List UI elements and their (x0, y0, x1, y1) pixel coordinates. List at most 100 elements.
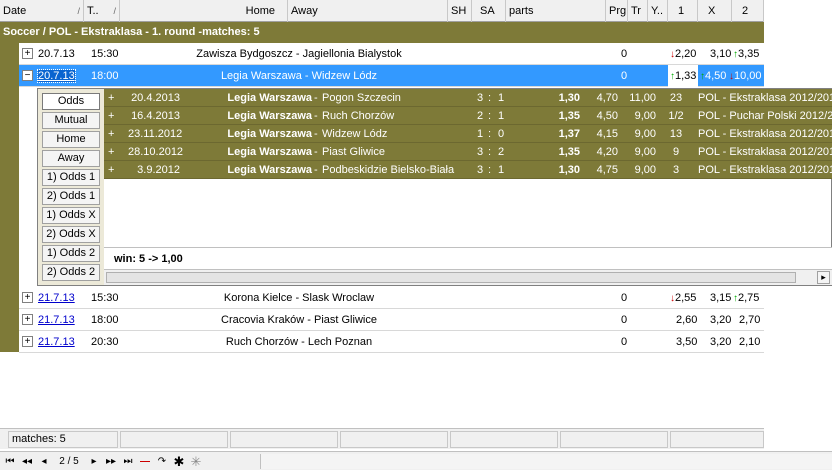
col-sh-header[interactable]: SH (448, 0, 472, 22)
history-odds2: 11,00 (629, 92, 656, 104)
history-oddsx: 4,50 (596, 110, 618, 122)
detail-horizontal-scrollbar[interactable]: ▸ (104, 269, 832, 285)
match-row[interactable]: + 21.7.13 15:30 Korona Kielce - Slask Wr… (19, 287, 764, 309)
history-league: POL - Ekstraklasa 2012/2013 (698, 92, 832, 104)
refresh-icon[interactable]: ↷ (154, 453, 170, 470)
expand-toggle[interactable]: + (22, 314, 33, 325)
history-row[interactable]: + 28.10.2012 Legia Warszawa - Piast Gliw… (104, 143, 832, 161)
status-bar: matches: 5 (0, 428, 764, 449)
collapse-toggle[interactable]: − (22, 70, 33, 81)
last-icon[interactable]: ⏭ (120, 453, 136, 470)
status-pane (120, 431, 228, 448)
match-time: 15:30 (91, 48, 119, 60)
history-sh: 3 (477, 92, 484, 104)
scroll-thumb[interactable] (106, 272, 796, 283)
history-odds1: 1,30 (558, 92, 580, 104)
detail-side-buttons: Odds Mutual Home Away 1) Odds 1 2) Odds … (38, 89, 104, 285)
status-pane (670, 431, 764, 448)
col-odds2-header[interactable]: 2 (732, 0, 764, 22)
history-sa: 1 (498, 110, 505, 122)
col-tr-header[interactable]: Tr (628, 0, 648, 22)
match-row[interactable]: + 20.7.13 15:30 Zawisza Bydgoszcz - Jagi… (19, 43, 764, 65)
history-separator: - (314, 146, 318, 158)
history-separator: - (314, 128, 318, 140)
expand-plus[interactable]: + (108, 125, 114, 142)
away-button[interactable]: Away (42, 150, 100, 167)
match-prg: 0 (621, 70, 628, 82)
history-date: 20.4.2013 (131, 92, 180, 104)
navigator-bar: ⏮ ◂◂ ◂ 2 / 5 ▸ ▸▸ ⏭ — ↷ ✱ ✳ ◂ (0, 451, 832, 470)
expand-toggle[interactable]: + (22, 48, 33, 59)
history-row[interactable]: + 20.4.2013 Legia Warszawa - Pogon Szcze… (104, 89, 832, 107)
odds1-second-button[interactable]: 2) Odds 1 (42, 188, 100, 205)
match-date[interactable]: 21.7.13 (38, 309, 75, 331)
col-date-header[interactable]: Date / (0, 0, 84, 22)
next-icon[interactable]: ▸ (86, 453, 102, 470)
oddsx-first-button[interactable]: 1) Odds X (42, 207, 100, 224)
odds-x: 3,15 (710, 292, 732, 304)
history-away: Pogon Szczecin (322, 92, 401, 104)
clear-filter-icon[interactable]: ✳ (188, 453, 204, 470)
col-away-header[interactable]: Away (288, 0, 448, 22)
odds-1: ↓2,55 (670, 292, 697, 304)
odds-x: 3,20 (710, 314, 732, 326)
col-odds1-header[interactable]: 1 (668, 0, 698, 22)
oddsx-second-button[interactable]: 2) Odds X (42, 226, 100, 243)
win-summary: win: 5 -> 1,00 (104, 247, 832, 269)
match-date[interactable]: 21.7.13 (38, 287, 75, 309)
odds-x: ↑4,50 (700, 70, 727, 82)
col-sa-header[interactable]: SA (472, 0, 506, 22)
match-row[interactable]: + 21.7.13 20:30 Ruch Chorzów - Lech Pozn… (19, 331, 764, 353)
mutual-button[interactable]: Mutual (42, 112, 100, 129)
expand-toggle[interactable]: + (22, 336, 33, 347)
history-home: Legia Warszawa (227, 128, 312, 140)
col-parts-header[interactable]: parts (506, 0, 606, 22)
history-odds2: 9,00 (634, 110, 656, 122)
col-time-header[interactable]: T.. / (84, 0, 120, 22)
odds-button[interactable]: Odds (42, 93, 100, 110)
odds-1: 3,50 (676, 336, 698, 348)
match-date[interactable]: 21.7.13 (38, 331, 75, 353)
history-round: 3 (672, 164, 680, 176)
history-row[interactable]: + 23.11.2012 Legia Warszawa - Widzew Lód… (104, 125, 832, 143)
col-prg-header[interactable]: Prg (606, 0, 628, 22)
col-home-header[interactable]: Home (120, 0, 288, 22)
history-sh: 3 (477, 146, 484, 158)
expand-toggle[interactable]: + (22, 292, 33, 303)
prev-icon[interactable]: ◂ (36, 453, 52, 470)
status-pane (230, 431, 338, 448)
history-league: POL - Ekstraklasa 2012/2013 (698, 128, 832, 140)
match-row[interactable]: + 21.7.13 18:00 Cracovia Kraków - Piast … (19, 309, 764, 331)
delete-icon[interactable]: — (137, 453, 153, 470)
page-indicator: 2 / 5 (59, 456, 79, 467)
expand-plus[interactable]: + (108, 143, 114, 160)
col-y-header[interactable]: Y.. (648, 0, 668, 22)
history-score-separator: : (488, 92, 492, 104)
expand-plus[interactable]: + (108, 107, 114, 124)
history-date: 23.11.2012 (128, 128, 183, 140)
history-row[interactable]: + 16.4.2013 Legia Warszawa - Ruch Chorzó… (104, 107, 832, 125)
match-date[interactable]: 20.7.13 (37, 65, 76, 87)
first-icon[interactable]: ⏮ (2, 453, 18, 470)
expand-plus[interactable]: + (108, 89, 114, 106)
odds2-first-button[interactable]: 1) Odds 2 (42, 245, 100, 262)
expand-plus[interactable]: + (108, 161, 114, 178)
prev-page-icon[interactable]: ◂◂ (19, 453, 35, 470)
col-oddsx-header[interactable]: X (698, 0, 732, 22)
filter-icon[interactable]: ✱ (171, 453, 187, 470)
scroll-right-arrow-icon[interactable]: ▸ (817, 271, 830, 284)
history-round: 1/2 (668, 110, 684, 122)
group-indent (0, 43, 19, 352)
bottom-horizontal-scrollbar[interactable] (260, 454, 832, 469)
home-team: Zawisza Bydgoszcz (196, 48, 293, 60)
group-row[interactable]: Soccer / POL - Ekstraklasa - 1. round -m… (0, 22, 764, 43)
odds1-first-button[interactable]: 1) Odds 1 (42, 169, 100, 186)
next-page-icon[interactable]: ▸▸ (103, 453, 119, 470)
odds2-second-button[interactable]: 2) Odds 2 (42, 264, 100, 281)
history-date: 3.9.2012 (137, 164, 180, 176)
home-button[interactable]: Home (42, 131, 100, 148)
history-score-separator: : (488, 146, 492, 158)
match-row-selected[interactable]: − 20.7.13 18:00 Legia Warszawa - Widzew … (19, 65, 764, 87)
history-row[interactable]: + 3.9.2012 Legia Warszawa - Podbeskidzie… (104, 161, 832, 179)
history-odds2: 9,00 (634, 128, 656, 140)
